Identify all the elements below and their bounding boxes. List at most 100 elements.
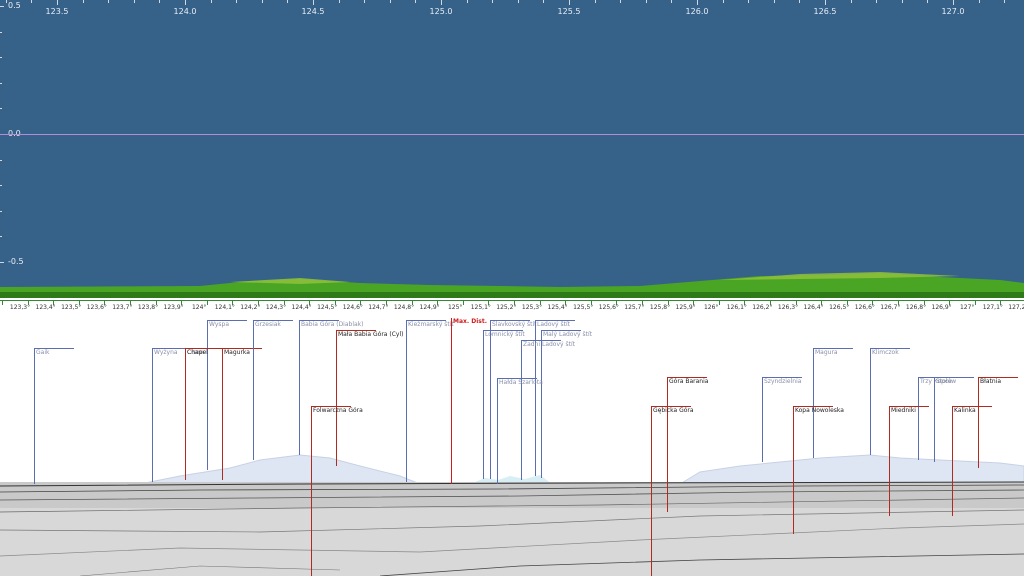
peak-marker-line <box>793 406 794 534</box>
peak-marker-line <box>483 330 484 479</box>
compass-label: 123,9° <box>163 304 184 311</box>
peak-label[interactable]: Wyżyna <box>154 349 178 356</box>
peak-label[interactable]: Zadni Ladový štít <box>523 341 575 348</box>
peak-label[interactable]: Mała Babia Góra (Cyl) <box>338 331 403 338</box>
compass-label: 124,5° <box>317 304 338 311</box>
peak-marker-line <box>918 377 919 460</box>
compass-label: 123,3° <box>9 304 31 311</box>
compass-tick <box>181 300 183 305</box>
far-hill-right <box>678 454 1024 485</box>
peak-marker-line <box>207 320 208 470</box>
compass-label: 125,3° <box>521 304 543 311</box>
compass-label: 126,9° <box>931 304 952 311</box>
compass-label: 123,8° <box>137 304 159 311</box>
peak-label[interactable]: Błatnia <box>980 378 1001 385</box>
compass-tick <box>488 300 490 305</box>
peak-label[interactable]: Szyndzielnia <box>764 378 801 385</box>
peak-label[interactable]: Hałda Szarlota <box>499 379 543 386</box>
compass-label: 127,1° <box>982 304 1003 311</box>
compass-tick <box>411 300 413 305</box>
peak-label[interactable]: Ladový štít <box>537 321 570 328</box>
peak-label[interactable]: Magurka <box>224 349 250 356</box>
compass-label: 127° <box>959 304 975 311</box>
compass-label: 126,5° <box>829 304 850 311</box>
compass-tick <box>693 300 695 305</box>
peak-label[interactable]: Góra Barania <box>669 378 708 385</box>
compass-tick <box>821 300 823 305</box>
compass-label: 126,1° <box>726 304 747 311</box>
compass-label: 125,2° <box>496 304 517 311</box>
compass-tick <box>437 300 439 305</box>
compass-label: 124,8° <box>393 304 415 311</box>
compass-tick <box>283 300 285 305</box>
compass-label: 125,6° <box>598 304 619 311</box>
peak-label[interactable]: Kalinka <box>954 407 976 414</box>
peak-marker-line <box>813 348 814 458</box>
compass-label: 123,6° <box>86 304 107 311</box>
compass-tick <box>206 300 208 305</box>
peak-marker-line <box>667 377 668 512</box>
compass-tick <box>53 300 55 305</box>
peak-label[interactable]: Magura <box>815 349 838 356</box>
peak-marker-line <box>870 348 871 455</box>
peak-label[interactable]: Miedniki <box>891 407 916 414</box>
peak-marker-line <box>311 406 312 576</box>
peak-marker-line <box>152 348 153 482</box>
compass-label: 124° <box>191 304 207 311</box>
peak-label[interactable]: Slavkovský štít <box>492 321 537 328</box>
peak-marker-line <box>521 340 522 480</box>
peak-label[interactable]: Chapel <box>187 349 208 356</box>
compass-label: 124,1° <box>214 304 235 311</box>
peak-label[interactable]: Kieżmarský štít <box>408 321 454 328</box>
compass-tick <box>130 300 131 305</box>
peak-label[interactable]: Stołów <box>936 378 956 385</box>
compass-tick <box>309 300 311 305</box>
max-distance-line <box>451 318 452 484</box>
peak-label[interactable]: Folwarczna Góra <box>313 407 363 414</box>
compass-label: 125,4° <box>547 304 568 311</box>
compass-tick <box>27 300 29 305</box>
compass-tick <box>360 300 362 305</box>
compass-label: 124,6° <box>342 304 363 311</box>
compass-tick <box>462 300 464 305</box>
compass-tick <box>744 300 746 305</box>
peak-label[interactable]: Malý Ladový štít <box>543 331 592 338</box>
peak-label[interactable]: Gaik <box>36 349 49 356</box>
peak-marker-line <box>253 320 254 460</box>
compass-tick <box>616 300 618 305</box>
compass-tick <box>795 300 797 305</box>
compass-label: 126,4° <box>803 304 824 311</box>
compass-tick <box>258 300 259 305</box>
peak-label[interactable]: Klimczok <box>872 349 899 356</box>
compass-tick <box>590 300 592 305</box>
compass-tick <box>1000 300 1002 305</box>
compass-tick <box>770 300 771 305</box>
peak-marker-line <box>406 320 407 482</box>
compass-label: 124,3° <box>265 304 287 311</box>
peak-label[interactable]: Gębicka Góra <box>653 407 694 414</box>
peak-marker-line <box>222 348 223 480</box>
compass-tick <box>565 300 567 305</box>
compass-label: 125° <box>447 304 463 311</box>
compass-tick <box>78 300 80 305</box>
peak-marker-line <box>490 320 491 479</box>
peak-marker-line <box>336 330 337 466</box>
compass-label: 127,2° <box>1008 304 1024 311</box>
panorama-viewport[interactable]: 123.5 124.0 124.5 125.0 125.5 126.0 126.5 127.0… <box>0 0 1024 576</box>
compass-tick <box>872 300 874 305</box>
compass-tick <box>642 300 643 305</box>
peak-label[interactable]: Kopa Nowoleska <box>795 407 844 414</box>
compass-label: 123,7° <box>112 304 133 311</box>
peak-marker-line <box>651 406 652 576</box>
peak-label[interactable]: Babia Góra (Diablak) <box>301 321 364 328</box>
peak-label[interactable]: Wyspa <box>209 321 229 328</box>
peak-label[interactable]: Grzesiak <box>255 321 281 328</box>
compass-label: 125,9° <box>675 304 696 311</box>
max-distance-label: Max. Dist. <box>453 318 488 325</box>
compass-tick <box>846 300 848 305</box>
compass-tick <box>539 300 541 305</box>
peak-marker-line <box>34 348 35 484</box>
peak-marker-line <box>978 377 979 468</box>
compass-label: 126,7° <box>880 304 901 311</box>
compass-tick <box>718 300 720 305</box>
